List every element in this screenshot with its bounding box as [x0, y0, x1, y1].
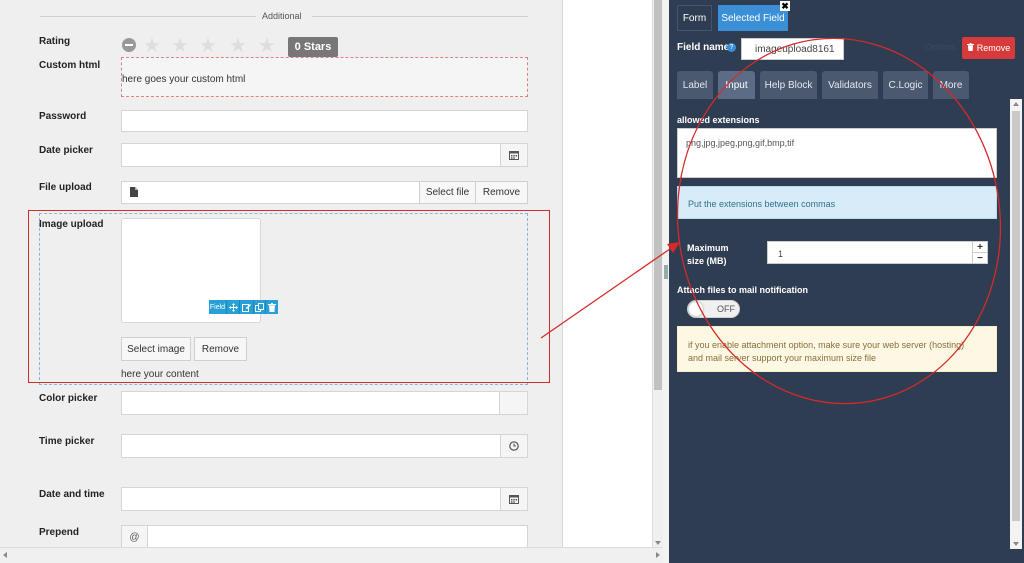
- remove-field-label: Remove: [976, 43, 1011, 53]
- tab-help-block[interactable]: Help Block: [760, 71, 817, 99]
- tab-form[interactable]: Form: [677, 5, 712, 31]
- tab-label[interactable]: Label: [677, 71, 713, 99]
- calendar-icon[interactable]: [500, 487, 528, 511]
- help-icon[interactable]: ?: [727, 43, 736, 52]
- scroll-down-icon[interactable]: [655, 541, 661, 545]
- max-size-input[interactable]: 1: [767, 241, 988, 264]
- clear-rating-icon[interactable]: [122, 38, 136, 52]
- date-picker-label: Date picker: [39, 145, 93, 156]
- date-time-input[interactable]: [121, 487, 501, 511]
- annotation-highlight-box: [28, 210, 550, 383]
- max-size-label-line2: size (MB): [687, 256, 727, 266]
- tab-validators[interactable]: Validators: [822, 71, 878, 99]
- color-swatch[interactable]: [499, 391, 528, 415]
- clock-icon[interactable]: [500, 434, 528, 458]
- allowed-extensions-textarea[interactable]: png,jpg,jpeg,png,gif,bmp,tif: [677, 128, 997, 178]
- time-picker-input[interactable]: [121, 434, 501, 458]
- remove-field-button[interactable]: Remove: [962, 37, 1015, 59]
- field-name-input[interactable]: imageupload8161: [741, 38, 844, 60]
- form-scrollbar[interactable]: [652, 0, 663, 547]
- password-label: Password: [39, 111, 87, 122]
- rating-value-badge: 0 Stars: [288, 37, 338, 57]
- calendar-icon[interactable]: [500, 143, 528, 167]
- star-icon[interactable]: ★: [229, 36, 247, 56]
- preview-gutter: [564, 0, 652, 547]
- at-sign-icon: @: [121, 525, 148, 547]
- allowed-extensions-label: allowed extensions: [677, 115, 760, 125]
- custom-html-content: here goes your custom html: [122, 74, 246, 85]
- close-icon[interactable]: ✖: [780, 1, 790, 11]
- tab-clogic[interactable]: C.Logic: [883, 71, 928, 99]
- select-file-button[interactable]: Select file: [419, 181, 476, 204]
- form-preview: Additional Rating ★ ★ ★ ★ ★ 0 Stars Cust…: [0, 0, 563, 547]
- field-name-label: Field name: [677, 42, 730, 53]
- section-title: Additional: [262, 11, 302, 21]
- toggle-knob: [689, 302, 703, 316]
- password-input[interactable]: [121, 110, 528, 132]
- warning-line-1: if you enable attachment option, make su…: [688, 340, 965, 350]
- warning-line-2: and mail server support your maximum siz…: [688, 353, 877, 363]
- settings-scrollbar[interactable]: [1010, 99, 1022, 549]
- scrollbar-thumb[interactable]: [1012, 111, 1020, 521]
- file-upload-input[interactable]: [121, 181, 420, 204]
- toggle-state: OFF: [717, 304, 735, 314]
- time-picker-label: Time picker: [39, 436, 95, 447]
- scroll-right-icon[interactable]: [656, 552, 660, 558]
- attach-files-toggle[interactable]: OFF: [687, 300, 740, 318]
- file-upload-label: File upload: [39, 182, 92, 193]
- scroll-up-icon[interactable]: [1013, 102, 1019, 106]
- color-picker-label: Color picker: [39, 393, 98, 404]
- scrollbar-thumb[interactable]: [654, 0, 662, 390]
- tab-input[interactable]: Input: [718, 71, 755, 99]
- file-icon: [130, 187, 138, 197]
- remove-file-button[interactable]: Remove: [475, 181, 528, 204]
- date-picker-input[interactable]: [121, 143, 501, 167]
- custom-html-block: here goes your custom html: [121, 57, 528, 97]
- decrement-icon[interactable]: −: [972, 252, 987, 264]
- custom-html-label: Custom html: [39, 60, 101, 71]
- tab-selected-field[interactable]: Selected Field: [718, 5, 788, 31]
- attachment-warning-alert: if you enable attachment option, make su…: [677, 326, 997, 372]
- splitter-handle[interactable]: [664, 265, 668, 279]
- prepend-label: Prepend: [39, 527, 80, 538]
- horizontal-scrollbar[interactable]: [0, 547, 663, 563]
- prepend-input[interactable]: [147, 525, 528, 547]
- section-divider-left: [40, 16, 256, 17]
- max-size-label-line1: Maximum: [687, 243, 729, 253]
- star-icon[interactable]: ★: [199, 36, 217, 56]
- attach-files-label: Attach files to mail notification: [677, 285, 809, 295]
- star-icon[interactable]: ★: [258, 36, 276, 56]
- color-picker-input[interactable]: [121, 391, 500, 415]
- scroll-left-icon[interactable]: [3, 552, 7, 558]
- trash-icon: [966, 43, 974, 53]
- scroll-down-icon[interactable]: [1013, 542, 1019, 546]
- date-time-label: Date and time: [39, 489, 105, 500]
- section-divider-right: [312, 16, 528, 17]
- star-icon[interactable]: ★: [143, 36, 161, 56]
- rating-label: Rating: [39, 36, 71, 47]
- options-link[interactable]: Options: [925, 42, 956, 52]
- tab-more[interactable]: More: [933, 71, 969, 99]
- star-icon[interactable]: ★: [171, 36, 189, 56]
- extensions-info-alert: Put the extensions between commas: [677, 186, 997, 219]
